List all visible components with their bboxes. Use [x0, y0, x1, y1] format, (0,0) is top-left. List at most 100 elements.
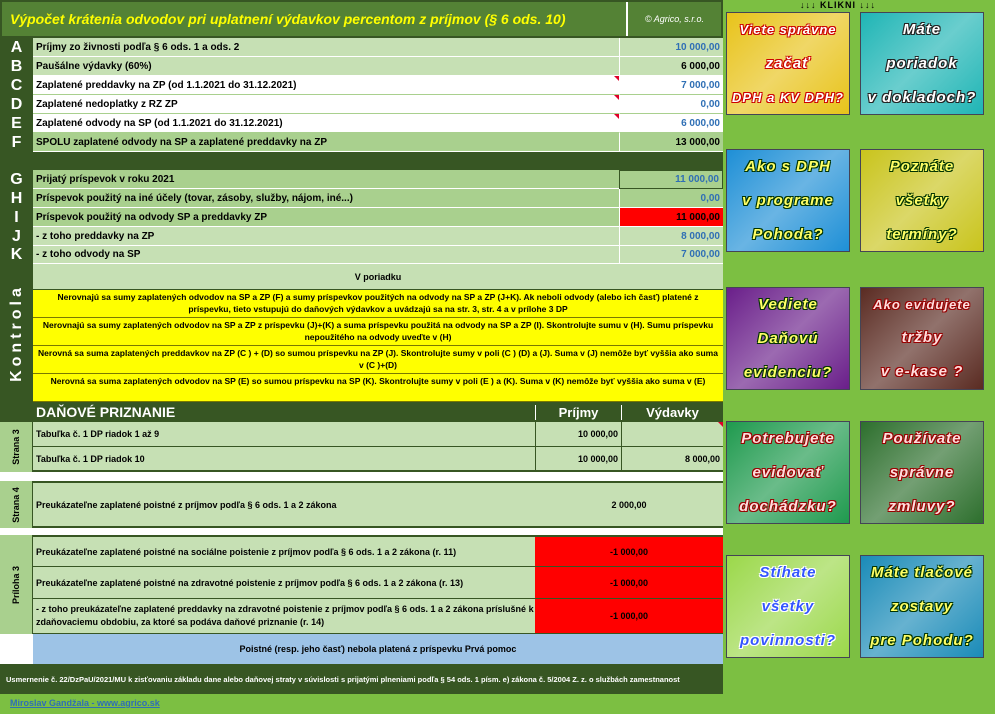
promo-tile-text: pre Pohodu?: [870, 631, 974, 649]
row-g: G Prijatý príspevok v roku 2021 11 000,0…: [0, 170, 723, 189]
row-label: - z toho preddavky na ZP: [33, 227, 619, 246]
row-value-error: 11 000,00: [619, 208, 723, 227]
row-value-input[interactable]: 0,00: [619, 189, 723, 208]
footer-note-text: Usmernenie č. 22/DzPaU/2021/MU k zisťova…: [6, 674, 680, 684]
row-label: Príspevok použitý na iné účely (tovar, z…: [33, 189, 619, 208]
comment-marker-icon[interactable]: [614, 114, 619, 119]
promo-tile-text: Máte tlačové: [870, 564, 974, 582]
dp-header: DAŇOVÉ PRIZNANIE Príjmy Výdavky: [0, 402, 723, 422]
s4-row-value: 2 000,00: [611, 499, 647, 510]
p3-row-value: -1 000,00: [535, 567, 723, 598]
row-value-input[interactable]: 10 000,00: [619, 38, 723, 57]
promo-tile[interactable]: Máte tlačové zostavy pre Pohodu?: [860, 555, 984, 658]
row-letter: K: [0, 246, 33, 264]
calculation-sheet: Výpočet krátenia odvodov pri uplatnení v…: [0, 0, 723, 694]
promo-tile[interactable]: Používate správne zmluvy?: [860, 421, 984, 524]
p3-note-text: Poistné (resp. jeho časť) nebola platená…: [239, 644, 517, 654]
promo-tile[interactable]: Vediete Daňovú evidenciu?: [726, 287, 850, 390]
klikni-label: ↓↓↓ KLIKNI ↓↓↓: [800, 0, 876, 10]
s3-row-label: Tabuľka č. 1 DP riadok 10: [36, 453, 145, 464]
promo-tile[interactable]: Stíhate všetky povinnosti?: [726, 555, 850, 658]
promo-tile[interactable]: Potrebujete evidovať dochádzku?: [726, 421, 850, 524]
title-bar: Výpočet krátenia odvodov pri uplatnení v…: [0, 0, 723, 38]
comment-marker-icon[interactable]: [718, 422, 723, 427]
row-value-input[interactable]: 0,00: [619, 95, 723, 114]
row-value-input[interactable]: 11 000,00: [619, 170, 723, 189]
p3-row-label: Preukázateľne zaplatené poistné na zdrav…: [36, 577, 464, 588]
row-label: Paušálne výdavky (60%): [33, 57, 619, 76]
comment-marker-icon[interactable]: [614, 95, 619, 100]
p3-row-value: -1 000,00: [535, 599, 723, 633]
promo-tile[interactable]: Ako s DPH v programe Pohoda?: [726, 149, 850, 252]
row-b: B Paušálne výdavky (60%) 6 000,00: [0, 57, 723, 76]
row-letter: A: [0, 38, 33, 57]
promo-tile-text: dochádzku?: [739, 497, 837, 515]
promo-tile-text: v dokladoch?: [867, 88, 977, 106]
row-label-text: Zaplatené odvody na SP (od 1.1.2021 do 3…: [36, 117, 283, 129]
promo-tile-text: zmluvy?: [888, 497, 956, 515]
row-value-input[interactable]: 8 000,00: [619, 227, 723, 246]
promo-tile-text: všetky: [895, 191, 949, 209]
dp-title: DAŇOVÉ PRIZNANIE: [36, 404, 176, 420]
promo-tile-text: poriadok: [886, 54, 958, 72]
promo-tile[interactable]: Viete správne začať DPH a KV DPH?: [726, 12, 850, 115]
footer-note: Usmernenie č. 22/DzPaU/2021/MU k zisťova…: [0, 664, 723, 694]
row-letter: I: [0, 208, 33, 227]
copyright: © Agrico, s.r.o.: [626, 2, 721, 36]
row-value-input[interactable]: 6 000,00: [619, 114, 723, 133]
promo-tile[interactable]: Máte poriadok v dokladoch?: [860, 12, 984, 115]
promo-tile[interactable]: Ako evidujete tržby v e-kase ?: [860, 287, 984, 390]
s3-row-prijmy: 10 000,00: [535, 447, 621, 470]
s3-row: Tabuľka č. 1 DP riadok 1 až 9 10 000,00: [33, 422, 723, 447]
kontrola-warning: Nerovná sa suma zaplatených odvodov na S…: [33, 374, 723, 402]
promo-tile-text: Ako s DPH: [745, 158, 831, 176]
row-h: H Príspevok použitý na iné účely (tovar,…: [0, 189, 723, 208]
promo-tile-text: termíny?: [886, 225, 958, 243]
promo-tile-text: Poznáte: [889, 158, 955, 176]
row-letter: F: [0, 133, 33, 152]
promo-tile-text: Potrebujete: [741, 430, 835, 448]
kontrola-warning: Nerovná sa suma zaplatených preddavkov n…: [33, 346, 723, 374]
row-letter: D: [0, 95, 33, 114]
promo-tile-text: zostavy: [890, 597, 954, 615]
kontrola-warning: Nerovnajú sa sumy zaplatených odvodov na…: [33, 290, 723, 318]
promo-tile-text: povinnosti?: [740, 631, 836, 649]
promo-tile-text: Viete správne: [739, 22, 837, 37]
author-link[interactable]: Miroslav Gandžala - www.agrico.sk: [10, 698, 160, 708]
row-letter: C: [0, 76, 33, 95]
p3-row: - z toho preukázateľne zaplatené preddav…: [33, 599, 723, 634]
s3-row-vydavky: 8 000,00: [621, 447, 723, 470]
row-d: D Zaplatené nedoplatky z RZ ZP 0,00: [0, 95, 723, 114]
promo-tile[interactable]: Poznáte všetky termíny?: [860, 149, 984, 252]
s4-row: Preukázateľne zaplatené poistné z príjmo…: [33, 481, 723, 528]
promo-tile-text: Vediete: [758, 296, 818, 314]
row-a: A Príjmy zo živnosti podľa § 6 ods. 1 a …: [0, 38, 723, 57]
kontrola-ok-text: V poriadku: [354, 271, 402, 282]
p3-row-label: - z toho preukázateľne zaplatené preddav…: [36, 604, 534, 627]
row-value-input[interactable]: 7 000,00: [619, 76, 723, 95]
row-label-text: Zaplatené nedoplatky z RZ ZP: [36, 98, 178, 110]
col-prijmy: Príjmy: [535, 404, 621, 420]
comment-marker-icon[interactable]: [614, 76, 619, 81]
s3-row-prijmy: 10 000,00: [535, 422, 621, 446]
s3-row-vydavky: [621, 422, 723, 446]
row-label: Zaplatené odvody na SP (od 1.1.2021 do 3…: [33, 114, 619, 133]
promo-tile-text: DPH a KV DPH?: [732, 90, 844, 105]
promo-tile-text: tržby: [901, 328, 943, 346]
p3-row-label: Preukázateľne zaplatené poistné na sociá…: [36, 546, 457, 557]
row-value-input[interactable]: 7 000,00: [619, 246, 723, 264]
s4-row-label: Preukázateľne zaplatené poistné z príjmo…: [36, 499, 337, 510]
promo-tile-text: evidenciu?: [743, 363, 833, 381]
p3-note: Poistné (resp. jeho časť) nebola platená…: [33, 634, 723, 664]
p3-row: Preukázateľne zaplatené poistné na sociá…: [33, 535, 723, 567]
workbook-root: Výpočet krátenia odvodov pri uplatnení v…: [0, 0, 995, 714]
row-k: K - z toho odvody na SP 7 000,00: [0, 246, 723, 264]
p3-row-value: -1 000,00: [535, 537, 723, 566]
s3-row: Tabuľka č. 1 DP riadok 10 10 000,00 8 00…: [33, 447, 723, 472]
kontrola-side-label: Kontrola: [0, 264, 33, 402]
row-letter: J: [0, 227, 33, 246]
promo-tile-text: správne: [889, 463, 955, 481]
row-j: J - z toho preddavky na ZP 8 000,00: [0, 227, 723, 246]
row-f: F SPOLU zaplatené odvody na SP a zaplate…: [0, 133, 723, 152]
kontrola-ok: V poriadku: [33, 264, 723, 290]
